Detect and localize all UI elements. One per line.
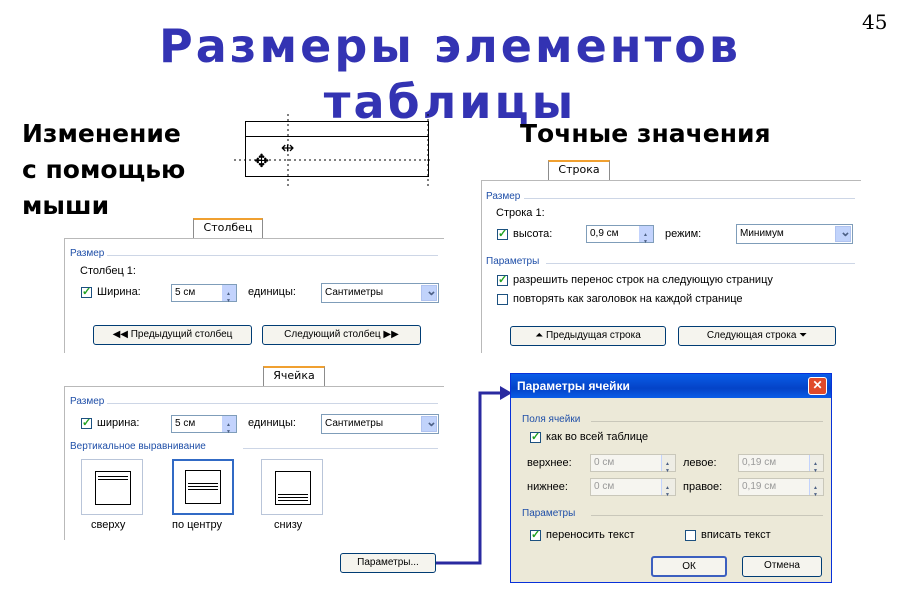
right-margin-spinner[interactable] bbox=[809, 479, 823, 503]
tab-row[interactable]: Строка bbox=[548, 160, 610, 180]
column-number-label: Столбец 1: bbox=[80, 265, 136, 277]
ok-button[interactable]: ОК bbox=[651, 556, 727, 577]
cell-units-select[interactable]: Сантиметры bbox=[321, 413, 439, 434]
previous-column-button[interactable]: ◀◀ Предыдущий столбец bbox=[93, 325, 252, 345]
cell-units-label: единицы: bbox=[248, 417, 296, 429]
next-column-button[interactable]: Следующий столбец ▶▶ bbox=[262, 325, 421, 345]
section-valign: Вертикальное выравнивание bbox=[70, 441, 206, 452]
section-params: Параметры bbox=[486, 256, 540, 267]
row-number-label: Строка 1: bbox=[496, 207, 545, 219]
fit-text-label: вписать текст bbox=[701, 529, 771, 541]
align-top-label: сверху bbox=[91, 519, 126, 531]
wrap-text-label: переносить текст bbox=[546, 529, 635, 541]
mode-label: режим: bbox=[665, 228, 702, 240]
align-center-icon bbox=[185, 470, 221, 504]
left-margin-label: левое: bbox=[683, 457, 717, 469]
tab-cell[interactable]: Ячейка bbox=[263, 366, 325, 386]
units-label: единицы: bbox=[248, 286, 296, 298]
exact-values-label: Точные значения bbox=[520, 119, 771, 148]
dialog-title: Параметры ячейки bbox=[517, 379, 630, 393]
cell-width-spinner[interactable] bbox=[222, 416, 236, 440]
width-label: Ширина: bbox=[97, 286, 141, 298]
units-value: Сантиметры bbox=[325, 287, 384, 298]
next-icon: ▶▶ bbox=[380, 329, 399, 340]
align-bottom-icon bbox=[275, 471, 311, 505]
bottom-margin-label: нижнее: bbox=[527, 481, 568, 493]
top-margin-label: верхнее: bbox=[527, 457, 572, 469]
cancel-button[interactable]: Отмена bbox=[742, 556, 822, 577]
page-number: 45 bbox=[862, 10, 888, 34]
top-margin-spinner[interactable] bbox=[661, 455, 675, 479]
close-icon[interactable]: ✕ bbox=[808, 377, 827, 395]
mouse-resize-label: Изменение с помощью мыши bbox=[22, 119, 186, 220]
connector-arrow bbox=[436, 386, 512, 565]
right-margin-input[interactable]: 0,19 см bbox=[738, 478, 824, 503]
top-margin-input[interactable]: 0 см bbox=[590, 454, 676, 479]
width-checkbox[interactable] bbox=[81, 285, 92, 298]
same-as-table-label: как во всей таблице bbox=[546, 431, 649, 443]
section-size: Размер bbox=[70, 396, 105, 407]
align-bottom-label: снизу bbox=[274, 519, 303, 531]
bottom-margin-input[interactable]: 0 см bbox=[590, 478, 676, 503]
cell-dialog: Размер ширина: 5 см единицы: Сантиметры … bbox=[64, 386, 444, 540]
cell-width-checkbox[interactable] bbox=[81, 416, 92, 429]
cell-parameters-button[interactable]: Параметры... bbox=[340, 553, 436, 573]
top-margin-value: 0 см bbox=[594, 457, 615, 468]
align-top-icon bbox=[95, 471, 131, 505]
allow-break-checkbox[interactable] bbox=[497, 273, 508, 286]
right-margin-label: правое: bbox=[683, 481, 723, 493]
align-bottom-option[interactable] bbox=[261, 459, 323, 515]
align-top-option[interactable] bbox=[81, 459, 143, 515]
section-size: Размер bbox=[486, 191, 521, 202]
left-margin-input[interactable]: 0,19 см bbox=[738, 454, 824, 479]
align-center-option[interactable] bbox=[172, 459, 234, 515]
fit-text-checkbox[interactable] bbox=[685, 530, 696, 541]
previous-row-button[interactable]: ⏶ Предыдущая строка bbox=[510, 326, 666, 346]
next-icon: ⏷ bbox=[796, 330, 808, 341]
bottom-margin-spinner[interactable] bbox=[661, 479, 675, 503]
same-as-table-checkbox[interactable] bbox=[530, 430, 541, 443]
bottom-margin-value: 0 см bbox=[594, 481, 615, 492]
height-input[interactable]: 0,9 см bbox=[586, 225, 654, 250]
left-margin-spinner[interactable] bbox=[809, 455, 823, 479]
repeat-header-label: повторять как заголовок на каждой страни… bbox=[513, 293, 743, 305]
slide-title: Размеры элементов таблицы bbox=[159, 19, 741, 129]
column-resize-cursor-icon: ⇹ bbox=[281, 138, 295, 157]
allow-break-label: разрешить перенос строк на следующую стр… bbox=[513, 274, 773, 286]
previous-icon: ⏶ bbox=[535, 330, 546, 341]
wrap-text-checkbox[interactable] bbox=[530, 528, 541, 541]
cell-units-value: Сантиметры bbox=[325, 418, 384, 429]
next-row-button[interactable]: Следующая строка ⏷ bbox=[678, 326, 836, 346]
cell-width-label: ширина: bbox=[97, 417, 140, 429]
left-margin-value: 0,19 см bbox=[742, 457, 777, 468]
row-dialog: Размер Строка 1: высота: 0,9 см режим: М… bbox=[481, 180, 861, 353]
height-spinner[interactable] bbox=[639, 226, 653, 250]
cell-width-value: 5 см bbox=[175, 418, 196, 429]
mode-value: Минимум bbox=[740, 228, 784, 239]
width-value: 5 см bbox=[175, 287, 196, 298]
height-checkbox[interactable] bbox=[497, 227, 508, 240]
section-params: Параметры bbox=[522, 508, 576, 519]
chevron-down-icon[interactable] bbox=[835, 223, 851, 242]
resize-guides bbox=[234, 114, 430, 186]
units-select[interactable]: Сантиметры bbox=[321, 282, 439, 303]
mode-select[interactable]: Минимум bbox=[736, 223, 853, 244]
align-center-label: по центру bbox=[172, 519, 223, 531]
height-label: высота: bbox=[513, 228, 553, 240]
width-input[interactable]: 5 см bbox=[171, 284, 237, 309]
chevron-down-icon[interactable] bbox=[421, 282, 437, 301]
width-spinner[interactable] bbox=[222, 285, 236, 309]
section-size: Размер bbox=[70, 248, 105, 259]
dialog-titlebar[interactable]: Параметры ячейки ✕ bbox=[511, 374, 831, 398]
cell-width-input[interactable]: 5 см bbox=[171, 415, 237, 440]
column-dialog: Размер Столбец 1: Ширина: 5 см единицы: … bbox=[64, 238, 444, 353]
repeat-header-checkbox[interactable] bbox=[497, 294, 508, 305]
row-resize-cursor-icon: ✥ bbox=[254, 151, 270, 172]
height-value: 0,9 см bbox=[590, 228, 619, 239]
previous-icon: ◀◀ bbox=[112, 329, 131, 340]
section-margins: Поля ячейки bbox=[522, 414, 581, 425]
right-margin-value: 0,19 см bbox=[742, 481, 777, 492]
cell-params-dialog: Параметры ячейки ✕ Поля ячейки как во вс… bbox=[510, 373, 832, 583]
tab-column[interactable]: Столбец bbox=[193, 218, 263, 238]
